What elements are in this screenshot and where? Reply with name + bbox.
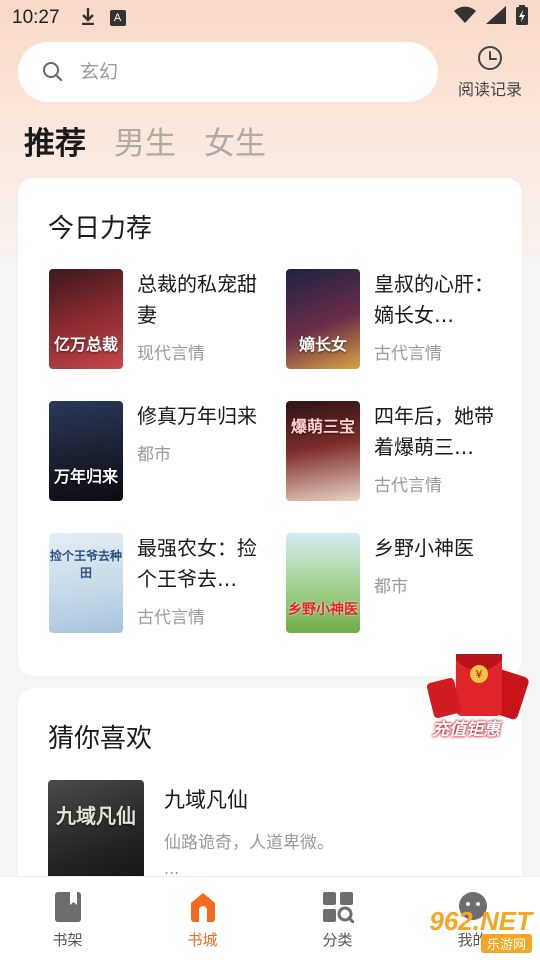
section-title: 今日力荐 — [48, 214, 153, 244]
status-bar: 10:27 A — [0, 0, 540, 36]
book-cover: 亿万总裁 — [49, 269, 123, 369]
signal-icon — [486, 6, 506, 30]
nav-bookshelf[interactable]: 书架 — [0, 877, 135, 960]
search-icon — [43, 62, 63, 82]
tab-male[interactable]: 男生 — [114, 118, 176, 163]
book-genre: 都市 — [374, 577, 408, 597]
category-icon — [322, 892, 354, 923]
a-icon: A — [109, 10, 126, 26]
wifi-icon — [454, 6, 476, 30]
nav-label: 分类 — [322, 931, 353, 949]
book-title: 最强农女：捡个王爷去… — [137, 536, 257, 591]
book-cover: 嫡长女 — [286, 269, 360, 369]
book-item[interactable]: 乡野小神医 乡野小神医 都市 — [286, 533, 511, 633]
book-genre: 都市 — [137, 445, 171, 465]
today-picks-card: 今日力荐 亿万总裁 总裁的私宠甜妻 现代言情 嫡长女 皇叔的心肝：嫡长女… 古代… — [18, 178, 522, 676]
tab-female[interactable]: 女生 — [204, 118, 266, 163]
book-title: 总裁的私宠甜妻 — [137, 272, 257, 327]
book-description: 仙路诡奇，人道卑微。 — [164, 833, 334, 853]
tab-recommend[interactable]: 推荐 — [24, 118, 86, 163]
watermark-sub: 乐游网 — [480, 934, 532, 953]
book-item[interactable]: 爆萌三宝 四年后，她带着爆萌三… 古代言情 — [286, 401, 511, 501]
battery-icon — [516, 5, 528, 31]
cover-title: 万年归来 — [53, 467, 118, 486]
clock-icon — [478, 46, 502, 70]
nav-bookstore[interactable]: 书城 — [135, 877, 270, 960]
search-input[interactable] — [80, 61, 380, 83]
book-title: 四年后，她带着爆萌三… — [374, 404, 494, 459]
status-time: 10:27 — [12, 7, 60, 28]
book-title: 皇叔的心肝：嫡长女… — [374, 272, 494, 327]
book-item[interactable]: 万年归来 修真万年归来 都市 — [49, 401, 274, 501]
book-cover: 乡野小神医 — [286, 533, 360, 633]
cover-title: 嫡长女 — [298, 335, 347, 354]
nav-category[interactable]: 分类 — [270, 877, 405, 960]
cover-title: 九域凡仙 — [56, 804, 136, 828]
bookstore-icon — [190, 893, 215, 922]
reading-history-label: 阅读记录 — [457, 80, 522, 99]
book-genre: 古代言情 — [374, 344, 442, 364]
recharge-promo-button[interactable]: ¥ 充值钜惠 — [426, 650, 530, 746]
book-title: 乡野小神医 — [374, 536, 474, 560]
book-title: 修真万年归来 — [137, 404, 257, 428]
book-cover: 捡个王爷去种田 — [49, 533, 123, 633]
site-watermark: 962.NET 乐游网 — [402, 908, 532, 954]
cover-title: 乡野小神医 — [288, 602, 358, 618]
book-cover: 万年归来 — [49, 401, 123, 501]
book-item[interactable]: 捡个王爷去种田 最强农女：捡个王爷去… 古代言情 — [49, 533, 274, 633]
book-item[interactable]: 亿万总裁 总裁的私宠甜妻 现代言情 — [49, 269, 274, 369]
bookshelf-icon — [54, 892, 81, 922]
download-icon — [80, 7, 96, 30]
cover-title: 爆萌三宝 — [290, 417, 355, 436]
book-genre: 古代言情 — [137, 608, 205, 628]
book-genre: 现代言情 — [137, 344, 205, 364]
reading-history-button[interactable]: 阅读记录 — [450, 44, 530, 100]
promo-label: 充值钜惠 — [432, 720, 500, 740]
cover-title: 捡个王爷去种田 — [49, 549, 122, 580]
search-box[interactable] — [18, 42, 438, 102]
nav-label: 书城 — [187, 931, 218, 949]
book-title: 九域凡仙 — [164, 788, 248, 812]
section-title: 猜你喜欢 — [48, 724, 153, 754]
book-genre: 古代言情 — [374, 476, 442, 496]
nav-label: 书架 — [52, 931, 83, 949]
watermark-logo: 962.NET — [429, 906, 532, 936]
category-tabs: 推荐 男生 女生 — [24, 118, 266, 163]
search-row: 阅读记录 — [18, 42, 530, 102]
svg-text:¥: ¥ — [476, 668, 483, 681]
book-cover: 爆萌三宝 — [286, 401, 360, 501]
cover-title: 亿万总裁 — [53, 335, 118, 354]
book-item[interactable]: 嫡长女 皇叔的心肝：嫡长女… 古代言情 — [286, 269, 511, 369]
